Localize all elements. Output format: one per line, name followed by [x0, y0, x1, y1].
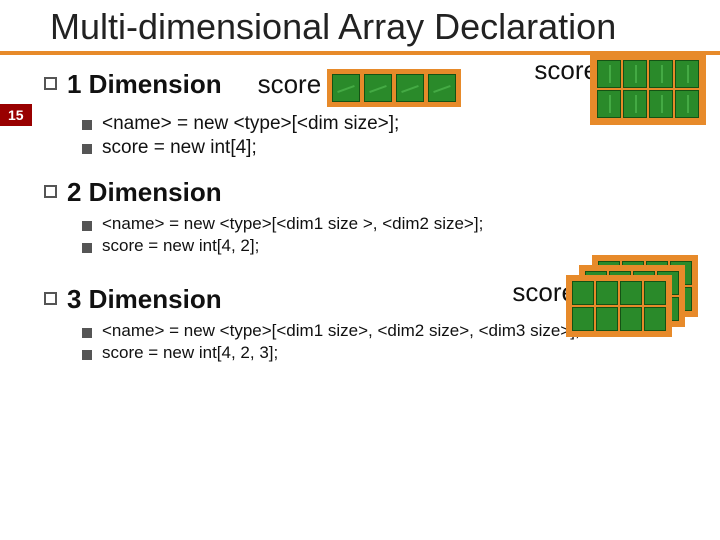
- score-label-1d: score: [258, 69, 322, 100]
- bullet-icon: [44, 185, 57, 198]
- code-line: <name> = new <type>[<dim size>];: [102, 113, 399, 135]
- list-item: score = new int[4, 2];: [82, 236, 700, 256]
- code-line: score = new int[4, 2, 3];: [102, 343, 278, 363]
- score-label-2d: score: [534, 55, 598, 86]
- list-item: <name> = new <type>[<dim1 size >, <dim2 …: [82, 214, 700, 234]
- bullet-icon: [82, 144, 92, 154]
- bullet-icon: [44, 292, 57, 305]
- array-2d-diagram: [590, 53, 706, 125]
- code-line: <name> = new <type>[<dim1 size >, <dim2 …: [102, 214, 483, 234]
- bullet-icon: [82, 350, 92, 360]
- heading-2d: 2 Dimension: [67, 177, 222, 208]
- code-line: score = new int[4];: [102, 137, 257, 159]
- array-1d-diagram: [327, 69, 461, 107]
- bullet-icon: [82, 120, 92, 130]
- content-area: score 1 Dimension score <name> = new <ty…: [0, 55, 720, 363]
- slide-title: Multi-dimensional Array Declaration: [0, 0, 720, 55]
- heading-1d: 1 Dimension: [67, 69, 222, 100]
- bullet-icon: [44, 77, 57, 90]
- code-line: <name> = new <type>[<dim1 size>, <dim2 s…: [102, 321, 580, 341]
- code-line: score = new int[4, 2];: [102, 236, 259, 256]
- bullet-icon: [82, 243, 92, 253]
- list-item: score = new int[4];: [82, 137, 700, 159]
- array-3d-diagram: [566, 255, 706, 375]
- section-2d: 2 Dimension: [44, 177, 700, 208]
- bullet-icon: [82, 328, 92, 338]
- bullet-icon: [82, 221, 92, 231]
- heading-3d: 3 Dimension: [67, 284, 222, 315]
